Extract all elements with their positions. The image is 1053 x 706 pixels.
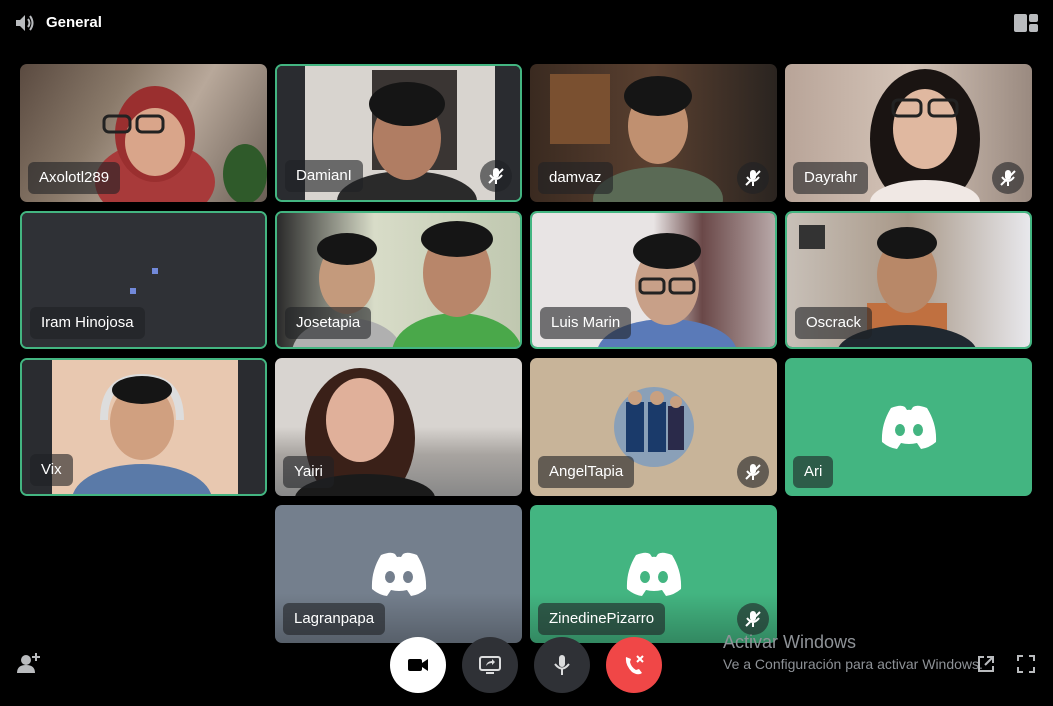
fullscreen-icon[interactable] bbox=[1016, 654, 1036, 674]
participant-name: Josetapia bbox=[285, 307, 372, 339]
speaker-icon bbox=[16, 15, 34, 31]
participant-tile[interactable]: damvaz bbox=[530, 64, 777, 202]
participant-name: Luis Marin bbox=[540, 307, 632, 339]
participant-name: DamianI bbox=[285, 160, 363, 192]
camera-button[interactable] bbox=[390, 637, 446, 693]
camera-icon bbox=[408, 659, 428, 671]
screen-share-button[interactable] bbox=[462, 637, 518, 693]
activation-watermark-title: Activar Windows bbox=[723, 632, 857, 652]
activation-watermark-subtitle: Ve a Configuración para activar Windows. bbox=[723, 656, 983, 672]
participant-tile[interactable]: Iram Hinojosa bbox=[20, 211, 267, 349]
participant-name: Iram Hinojosa bbox=[30, 307, 145, 339]
participant-tile[interactable]: Josetapia bbox=[275, 211, 522, 349]
participant-tile[interactable]: Vix bbox=[20, 358, 267, 496]
participant-tile[interactable]: ZinedinePizarro bbox=[530, 505, 777, 643]
muted-icon bbox=[992, 162, 1024, 194]
hang-up-icon bbox=[625, 655, 644, 675]
grid-layout-icon[interactable] bbox=[1014, 14, 1038, 32]
discord-logo-icon bbox=[881, 405, 936, 449]
participant-name: Axolotl289 bbox=[28, 162, 121, 194]
participant-name: ZinedinePizarro bbox=[538, 603, 666, 635]
participant-tile[interactable]: Luis Marin bbox=[530, 211, 777, 349]
popout-icon[interactable] bbox=[976, 654, 996, 674]
participant-tile[interactable]: Ari bbox=[785, 358, 1032, 496]
discord-logo-icon bbox=[371, 552, 426, 596]
participant-name: AngelTapia bbox=[538, 456, 635, 488]
discord-logo-icon bbox=[626, 552, 681, 596]
microphone-button[interactable] bbox=[534, 637, 590, 693]
muted-icon bbox=[737, 456, 769, 488]
participant-tile[interactable]: AngelTapia bbox=[530, 358, 777, 496]
participant-tile[interactable]: Lagranpapa bbox=[275, 505, 522, 643]
screen-share-icon bbox=[479, 656, 501, 674]
participant-tile[interactable]: Yairi bbox=[275, 358, 522, 496]
participant-tile[interactable]: Dayrahr bbox=[785, 64, 1032, 202]
participant-name: Dayrahr bbox=[793, 162, 869, 194]
participant-tile[interactable]: DamianI bbox=[275, 64, 522, 202]
participant-tile[interactable]: Oscrack bbox=[785, 211, 1032, 349]
hang-up-button[interactable] bbox=[606, 637, 662, 693]
participant-name: Oscrack bbox=[795, 307, 873, 339]
muted-icon bbox=[737, 162, 769, 194]
invite-user-icon[interactable] bbox=[16, 652, 40, 674]
participant-name: Ari bbox=[793, 456, 834, 488]
muted-icon bbox=[737, 603, 769, 635]
participant-tile[interactable]: Axolotl289 bbox=[20, 64, 267, 202]
participant-name: Lagranpapa bbox=[283, 603, 386, 635]
microphone-icon bbox=[554, 655, 570, 675]
participant-name: damvaz bbox=[538, 162, 613, 194]
channel-title: General bbox=[46, 14, 102, 31]
participant-name: Vix bbox=[30, 454, 73, 486]
participant-name: Yairi bbox=[283, 456, 334, 488]
muted-icon bbox=[480, 160, 512, 192]
call-header: General bbox=[0, 0, 1053, 46]
